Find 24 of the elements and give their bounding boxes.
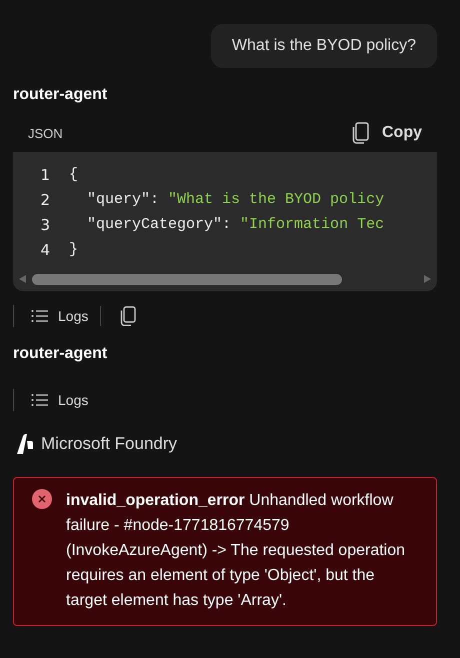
code-line: "queryCategory": "Information Tec: [86, 216, 384, 233]
code-line: {: [69, 166, 78, 183]
line-number: 3: [39, 216, 51, 234]
error-icon: [32, 489, 52, 509]
agent-name: router-agent: [13, 345, 108, 363]
copy-button[interactable]: Copy: [352, 122, 422, 144]
user-message: What is the BYOD policy?: [210, 24, 437, 68]
list-icon: [31, 309, 49, 323]
copy-icon: [120, 306, 136, 326]
line-number: 1: [39, 166, 51, 184]
provider-name: Microsoft Foundry: [41, 434, 178, 454]
line-number: 2: [39, 190, 51, 208]
language-label: JSON: [28, 126, 63, 140]
agent-name: router-agent: [13, 86, 108, 104]
logs-button[interactable]: Logs: [14, 392, 100, 408]
scroll-left-icon[interactable]: [19, 275, 26, 283]
list-icon: [31, 393, 49, 407]
copy-icon: [352, 122, 370, 144]
logs-button[interactable]: Logs: [14, 308, 100, 324]
code-line: "query": "What is the BYOD policy: [86, 191, 384, 208]
scroll-right-icon[interactable]: [424, 275, 431, 283]
error-message: invalid_operation_error Unhandled workflow failure - #node-1771816774579 (InvokeAzureAgent) -> The requested operation requires an element of type 'Object', but the target element has type 'Array'.: [66, 491, 406, 611]
code-line: }: [69, 241, 78, 258]
line-number: 4: [39, 240, 51, 258]
